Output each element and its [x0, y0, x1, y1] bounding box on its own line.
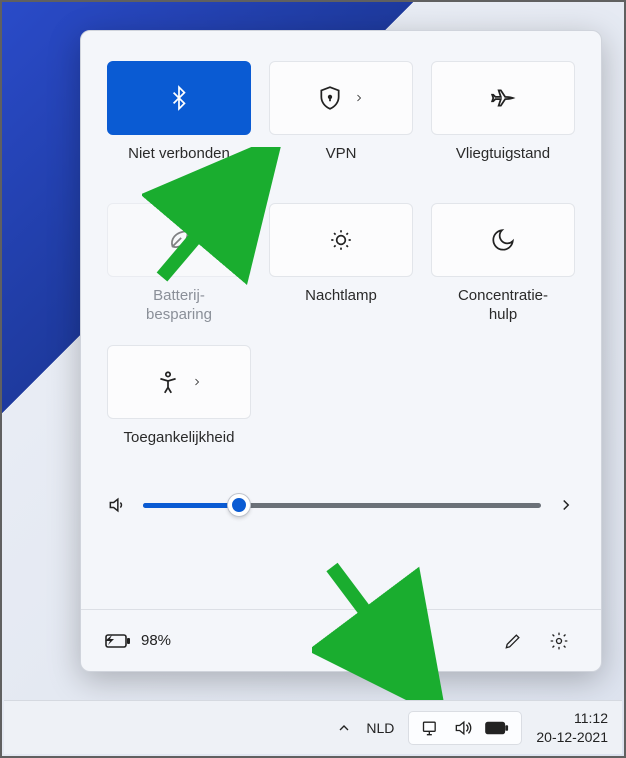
battery-tray-icon: [485, 720, 509, 736]
language-indicator[interactable]: NLD: [366, 720, 394, 736]
tile-battery-saver: [107, 203, 251, 277]
clock-date: 20-12-2021: [536, 728, 608, 746]
tile-bluetooth-wrap: Niet verbonden: [107, 61, 251, 185]
leaf-icon: [166, 227, 192, 253]
volume-slider[interactable]: [143, 503, 541, 508]
tile-bluetooth-label: Niet verbonden: [128, 145, 230, 185]
brightness-icon: [328, 227, 354, 253]
tiles-grid: Niet verbonden VPN Vliegtuigstand Batter…: [107, 61, 575, 469]
battery-charging-icon: [105, 633, 131, 649]
tile-airplane[interactable]: [431, 61, 575, 135]
chevron-right-icon: [353, 92, 365, 104]
volume-slider-fill: [143, 503, 239, 508]
edit-button[interactable]: [495, 623, 531, 659]
volume-tray-icon: [453, 718, 473, 738]
network-icon: [421, 718, 441, 738]
pencil-icon: [503, 631, 523, 651]
tile-nightlight-label: Nachtlamp: [305, 287, 377, 327]
chevron-right-icon[interactable]: [557, 496, 575, 514]
tile-accessibility-wrap: Toegankelijkheid: [107, 345, 251, 469]
tile-focus[interactable]: [431, 203, 575, 277]
taskbar: NLD 11:12 20-12-2021: [4, 700, 622, 754]
tile-vpn[interactable]: [269, 61, 413, 135]
tile-vpn-label: VPN: [326, 145, 357, 185]
moon-icon: [490, 227, 516, 253]
quick-settings-panel: Niet verbonden VPN Vliegtuigstand Batter…: [80, 30, 602, 672]
panel-footer: 98%: [81, 609, 601, 671]
shield-lock-icon: [317, 85, 343, 111]
gear-icon: [549, 631, 569, 651]
volume-icon: [107, 495, 127, 515]
accessibility-icon: [155, 369, 181, 395]
tile-battery-saver-wrap: Batterij- besparing: [107, 203, 251, 327]
tile-focus-wrap: Concentratie- hulp: [431, 203, 575, 327]
chevron-right-icon: [191, 376, 203, 388]
tile-battery-saver-label: Batterij- besparing: [146, 287, 212, 327]
clock[interactable]: 11:12 20-12-2021: [536, 709, 608, 745]
airplane-icon: [490, 85, 516, 111]
tile-vpn-wrap: VPN: [269, 61, 413, 185]
volume-slider-thumb[interactable]: [228, 494, 250, 516]
tile-nightlight-wrap: Nachtlamp: [269, 203, 413, 327]
volume-row: [107, 495, 575, 515]
battery-status[interactable]: 98%: [105, 632, 171, 649]
tile-accessibility-label: Toegankelijkheid: [124, 429, 235, 469]
system-tray[interactable]: [408, 711, 522, 745]
tile-nightlight[interactable]: [269, 203, 413, 277]
bluetooth-icon: [166, 85, 192, 111]
battery-text: 98%: [141, 632, 171, 649]
tile-focus-label: Concentratie- hulp: [458, 287, 548, 327]
tray-overflow-icon[interactable]: [336, 720, 352, 736]
tile-bluetooth[interactable]: [107, 61, 251, 135]
tile-airplane-label: Vliegtuigstand: [456, 145, 550, 185]
settings-button[interactable]: [541, 623, 577, 659]
tile-airplane-wrap: Vliegtuigstand: [431, 61, 575, 185]
clock-time: 11:12: [536, 709, 608, 727]
tile-accessibility[interactable]: [107, 345, 251, 419]
